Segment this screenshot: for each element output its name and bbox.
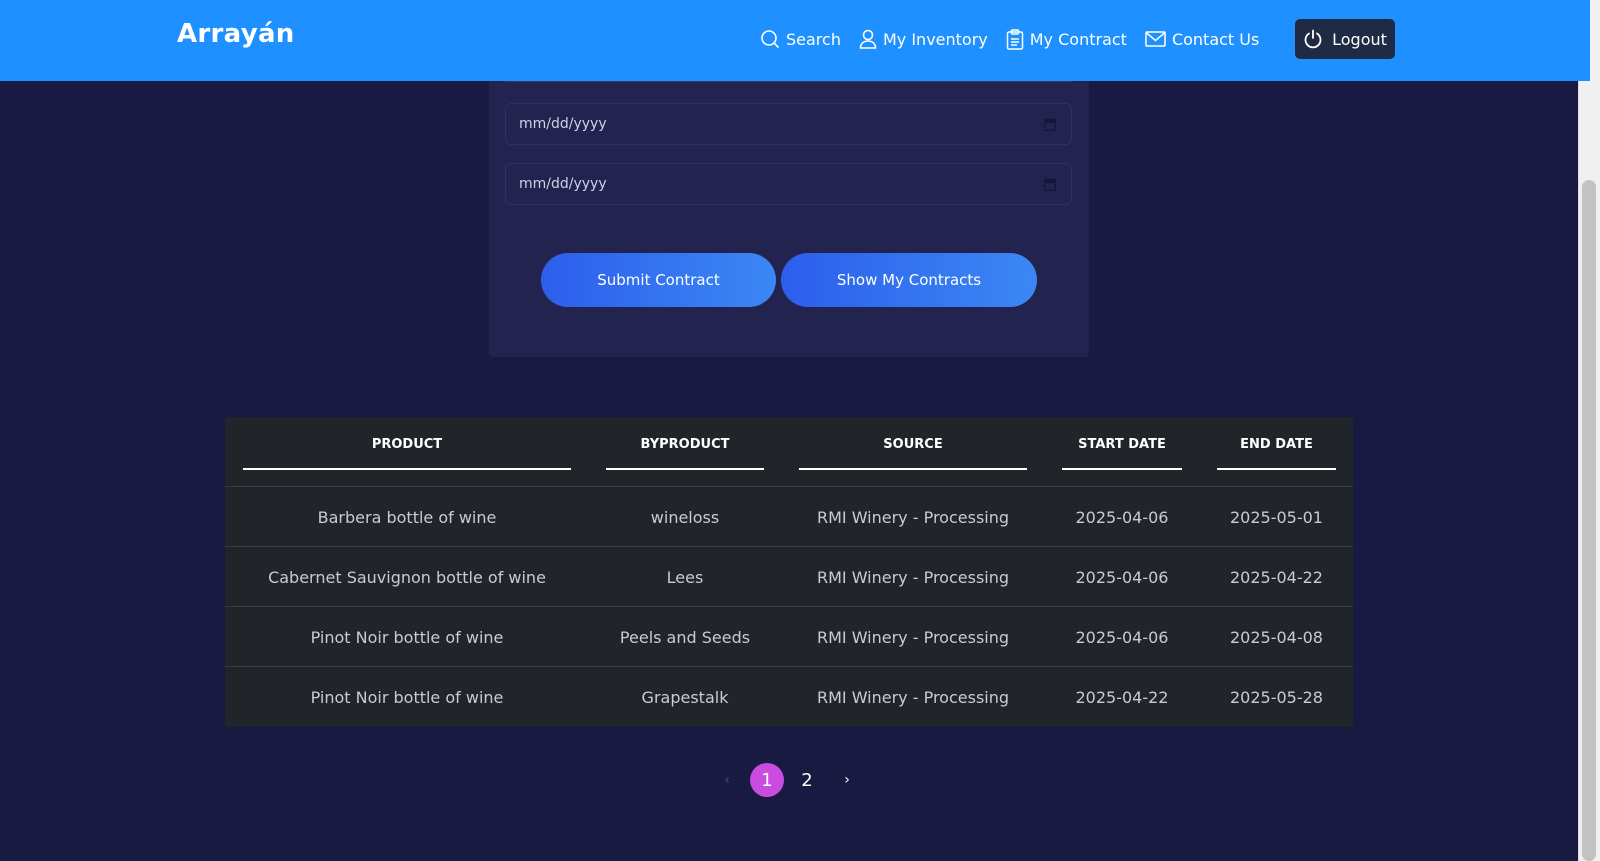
nav-my-contract-label: My Contract [1029, 29, 1127, 49]
pagination: ‹ 1 2 › [710, 763, 870, 797]
user-icon [859, 29, 877, 49]
navbar: Arrayán Search My Inventory My Contract [0, 0, 1590, 81]
envelope-icon [1145, 31, 1166, 47]
calendar-icon[interactable] [1044, 178, 1056, 191]
cell-product: Pinot Noir bottle of wine [310, 627, 504, 647]
cell-start-date: 2025-04-06 [1075, 627, 1169, 647]
header-source-label: SOURCE [883, 437, 943, 452]
pagination-next[interactable]: › [830, 763, 864, 797]
header-underline [606, 468, 764, 470]
scrollbar[interactable] [1578, 0, 1600, 861]
nav-search[interactable]: Search [760, 29, 841, 49]
header-underline [1217, 468, 1336, 470]
table-row: Pinot Noir bottle of wine Grapestalk RMI… [225, 667, 1353, 727]
cell-source: RMI Winery - Processing [816, 627, 1010, 647]
page-1[interactable]: 1 [750, 763, 784, 797]
cell-product: Barbera bottle of wine [317, 507, 497, 527]
cell-byproduct: Grapestalk [641, 687, 729, 707]
contracts-table: PRODUCT BYPRODUCT SOURCE START DATE END … [225, 417, 1353, 727]
scrollbar-thumb[interactable] [1582, 180, 1596, 861]
table-row: Pinot Noir bottle of wine Peels and Seed… [225, 607, 1353, 667]
search-icon [761, 30, 780, 49]
page-2[interactable]: 2 [790, 763, 824, 797]
cell-byproduct: wineloss [650, 507, 720, 527]
table-header: PRODUCT BYPRODUCT SOURCE START DATE END … [225, 417, 1353, 487]
nav-my-inventory[interactable]: My Inventory [859, 29, 988, 49]
nav-contact-us-label: Contact Us [1171, 29, 1260, 49]
cell-source: RMI Winery - Processing [816, 507, 1010, 527]
nav-contact-us[interactable]: Contact Us [1145, 30, 1259, 49]
nav-search-label: Search [786, 29, 841, 49]
cell-start-date: 2025-04-06 [1075, 507, 1169, 527]
clipboard-icon [1006, 28, 1023, 50]
header-underline [1062, 468, 1182, 470]
cell-source: RMI Winery - Processing [816, 687, 1010, 707]
cell-product: Cabernet Sauvignon bottle of wine [268, 567, 546, 587]
cell-start-date: 2025-04-22 [1075, 687, 1169, 707]
calendar-icon[interactable] [1044, 118, 1056, 131]
table-row: Cabernet Sauvignon bottle of wine Lees R… [225, 547, 1353, 607]
power-icon [1304, 29, 1322, 49]
table-row: Barbera bottle of wine wineloss RMI Wine… [225, 487, 1353, 547]
previous-field-edge [505, 81, 1072, 82]
end-date-placeholder: mm/dd/yyyy [519, 176, 607, 192]
cell-end-date: 2025-04-08 [1230, 627, 1323, 647]
logout-label: Logout [1332, 29, 1387, 49]
contract-form-card: mm/dd/yyyy mm/dd/yyyy Submit Contract Sh… [489, 60, 1089, 357]
cell-end-date: 2025-04-22 [1230, 567, 1323, 587]
header-byproduct-label: BYPRODUCT [640, 437, 730, 452]
header-product-label: PRODUCT [371, 437, 443, 452]
header-end-date-label: END DATE [1240, 437, 1313, 452]
cell-byproduct: Peels and Seeds [619, 627, 751, 647]
show-my-contracts-button[interactable]: Show My Contracts [781, 253, 1037, 307]
header-underline [243, 468, 571, 470]
pagination-prev: ‹ [724, 772, 730, 788]
header-end-date[interactable]: END DATE [1217, 417, 1336, 487]
cell-end-date: 2025-05-01 [1230, 507, 1323, 527]
cell-byproduct: Lees [666, 567, 704, 587]
header-source[interactable]: SOURCE [799, 417, 1027, 487]
nav-my-inventory-label: My Inventory [882, 29, 988, 49]
cell-product: Pinot Noir bottle of wine [310, 687, 504, 707]
start-date-input[interactable]: mm/dd/yyyy [505, 103, 1072, 145]
nav-links: Search My Inventory My Contract Contact … [760, 26, 1277, 52]
cell-end-date: 2025-05-28 [1230, 687, 1323, 707]
header-start-date[interactable]: START DATE [1062, 417, 1182, 487]
brand-logo[interactable]: Arrayán [177, 19, 295, 49]
end-date-input[interactable]: mm/dd/yyyy [505, 163, 1072, 205]
header-byproduct[interactable]: BYPRODUCT [606, 417, 764, 487]
cell-start-date: 2025-04-06 [1075, 567, 1169, 587]
start-date-placeholder: mm/dd/yyyy [519, 116, 607, 132]
header-start-date-label: START DATE [1078, 437, 1166, 452]
submit-contract-button[interactable]: Submit Contract [541, 253, 776, 307]
header-underline [799, 468, 1027, 470]
header-product[interactable]: PRODUCT [243, 417, 571, 487]
cell-source: RMI Winery - Processing [816, 567, 1010, 587]
nav-my-contract[interactable]: My Contract [1006, 28, 1127, 50]
logout-button[interactable]: Logout [1295, 19, 1395, 59]
